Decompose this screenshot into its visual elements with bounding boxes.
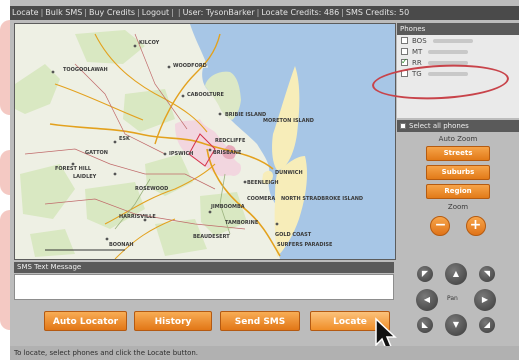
top-nav-bar: Locate | Bulk SMS | Buy Credits | Logout | | User… — [10, 6, 519, 20]
zoom-controls: − + — [397, 214, 519, 236]
pan-north-button[interactable]: ▲ — [445, 263, 467, 285]
pan-label: Pan — [447, 295, 458, 302]
map-view[interactable]: TOOGOOLAWAH KILCOY WOODFORD CABOOLTURE B… — [14, 23, 396, 260]
pan-control-pad: ◤ ▲ ◥ ◀ Pan ▶ ◣ ▼ ◢ — [413, 262, 499, 338]
map-label: DUNWICH — [275, 170, 303, 176]
phone-checkbox[interactable] — [401, 57, 408, 66]
nav-buy-credits[interactable]: Buy Credits — [89, 8, 135, 17]
map-label: IPSWICH — [169, 151, 193, 157]
nav-separator: | — [137, 8, 140, 17]
phone-number-blurred — [428, 49, 469, 54]
user-text: User: TysonBarker — [182, 8, 255, 17]
map-label: HARRISVILLE — [119, 214, 156, 220]
map-label: TAMBORINE — [225, 220, 259, 226]
map-label: BRISBANE — [213, 150, 242, 156]
pan-south-button[interactable]: ▼ — [445, 314, 467, 336]
map-label: LAIDLEY — [73, 174, 97, 180]
status-bar: To locate, select phones and click the L… — [10, 346, 519, 360]
locate-credits: Locate Credits: 486 — [261, 8, 340, 17]
map-label: JIMBOOMBA — [210, 204, 245, 210]
map-label: CABOOLTURE — [187, 92, 225, 98]
phone-row[interactable]: MT — [397, 46, 519, 57]
nav-separator: | — [84, 8, 87, 17]
phone-label: MT — [412, 47, 423, 56]
map-label: KILCOY — [139, 40, 160, 46]
pan-northeast-button[interactable]: ◥ — [479, 266, 495, 282]
phone-label: BOS — [412, 36, 427, 45]
select-all-phones[interactable]: Select all phones — [397, 120, 519, 132]
phone-number-blurred — [432, 38, 473, 43]
map-label: COOMERA — [247, 196, 275, 202]
map-label: MORETON ISLAND — [263, 118, 314, 124]
auto-locator-button[interactable]: Auto Locator — [44, 311, 127, 331]
select-all-checkbox[interactable] — [400, 123, 406, 129]
map-label: ESK — [119, 136, 131, 142]
region-button[interactable]: Region — [426, 184, 490, 199]
zoom-title: Zoom — [447, 203, 469, 211]
pan-east-button[interactable]: ▶ — [474, 289, 496, 311]
map-label: FOREST HILL — [55, 166, 92, 172]
map-label: SURFERS PARADISE — [277, 242, 333, 248]
pan-northwest-button[interactable]: ◤ — [417, 266, 433, 282]
phone-checkbox[interactable] — [401, 48, 408, 55]
auto-zoom-title: Auto Zoom — [438, 135, 478, 143]
map-graphic: TOOGOOLAWAH KILCOY WOODFORD CABOOLTURE B… — [15, 24, 395, 259]
map-label: NORTH STRADBROKE ISLAND — [281, 196, 363, 202]
auto-zoom-panel: Auto Zoom Streets Suburbs Region Zoom − … — [397, 132, 519, 262]
suburbs-button[interactable]: Suburbs — [426, 165, 490, 180]
sms-credits: SMS Credits: 50 — [345, 8, 410, 17]
nav-logout[interactable]: Logout — [142, 8, 169, 17]
phone-checkbox[interactable] — [401, 37, 408, 44]
pan-west-button[interactable]: ◀ — [416, 289, 438, 311]
phones-panel-title: Phones — [397, 23, 519, 35]
map-label: BEENLEIGH — [247, 180, 279, 186]
send-sms-button[interactable]: Send SMS — [220, 311, 300, 331]
pan-southeast-button[interactable]: ◢ — [479, 317, 495, 333]
history-button[interactable]: History — [134, 311, 212, 331]
nav-bulk-sms[interactable]: Bulk SMS — [45, 8, 82, 17]
nav-locate[interactable]: Locate — [12, 8, 39, 17]
nav-separator: | — [177, 8, 181, 17]
map-label: TOOGOOLAWAH — [63, 67, 108, 73]
map-label: GOLD COAST — [275, 232, 312, 238]
map-label: REDCLIFFE — [215, 138, 246, 144]
map-label: BEAUDESERT — [193, 234, 230, 240]
phone-label: RR — [412, 58, 422, 67]
pan-southwest-button[interactable]: ◣ — [417, 317, 433, 333]
map-label: BRIBIE ISLAND — [225, 112, 266, 118]
zoom-out-button[interactable]: − — [430, 216, 451, 236]
sms-text-field[interactable] — [14, 274, 394, 300]
nav-separator: | — [171, 8, 174, 17]
nav-separator: | — [341, 8, 344, 17]
select-all-label: Select all phones — [409, 122, 469, 130]
map-label: GATTON — [85, 150, 108, 156]
sms-header: SMS Text Message — [14, 262, 394, 273]
map-label: ROSEWOOD — [135, 186, 168, 192]
zoom-in-button[interactable]: + — [465, 216, 486, 236]
map-label: WOODFORD — [173, 63, 207, 69]
phone-row[interactable]: BOS — [397, 35, 519, 46]
streets-button[interactable]: Streets — [426, 146, 490, 161]
map-label: BOONAH — [109, 242, 134, 248]
